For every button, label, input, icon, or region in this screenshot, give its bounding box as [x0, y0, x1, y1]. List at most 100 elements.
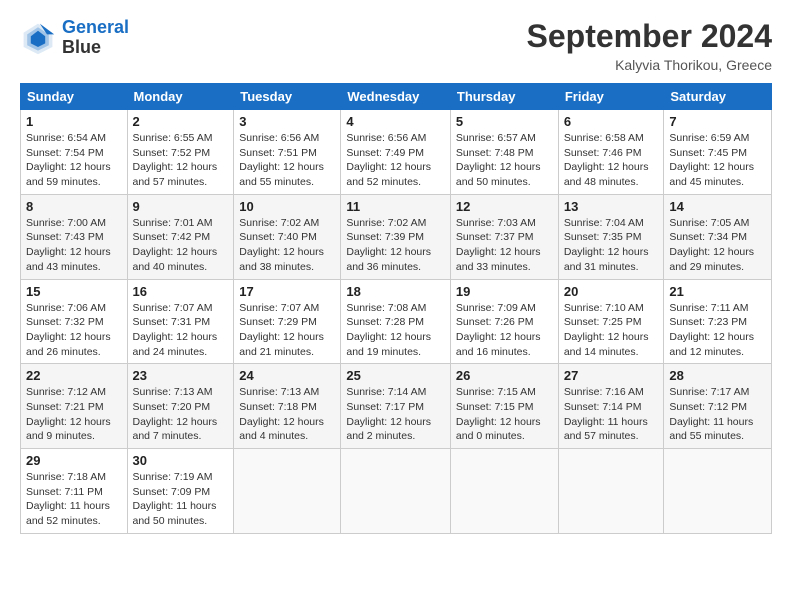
day-info: Sunrise: 7:01 AM Sunset: 7:42 PM Dayligh…	[133, 216, 229, 275]
day-number: 1	[26, 114, 122, 129]
day-info: Sunrise: 7:04 AM Sunset: 7:35 PM Dayligh…	[564, 216, 659, 275]
day-info: Sunrise: 7:15 AM Sunset: 7:15 PM Dayligh…	[456, 385, 553, 444]
day-info: Sunrise: 7:18 AM Sunset: 7:11 PM Dayligh…	[26, 470, 122, 529]
day-number: 30	[133, 453, 229, 468]
day-cell: 16Sunrise: 7:07 AM Sunset: 7:31 PM Dayli…	[127, 279, 234, 364]
day-cell: 3 Sunrise: 6:56 AM Sunset: 7:51 PM Daylig…	[234, 110, 341, 195]
day-cell: 20 Sunrise: 7:10 AM Sunset: 7:25 PM Dayli…	[558, 279, 664, 364]
day-info: Sunrise: 6:56 AM Sunset: 7:49 PM Dayligh…	[346, 131, 445, 190]
day-cell: 19 Sunrise: 7:09 AM Sunset: 7:26 PM Dayli…	[450, 279, 558, 364]
weekday-header-sunday: Sunday	[21, 84, 128, 110]
week-row-2: 8 Sunrise: 7:00 AM Sunset: 7:43 PM Daylig…	[21, 194, 772, 279]
day-number: 27	[564, 368, 659, 383]
day-cell: 26 Sunrise: 7:15 AM Sunset: 7:15 PM Dayli…	[450, 364, 558, 449]
day-number: 5	[456, 114, 553, 129]
logo-text: GeneralBlue	[62, 18, 129, 58]
day-info: Sunrise: 7:19 AM Sunset: 7:09 PM Dayligh…	[133, 470, 229, 529]
weekday-header-friday: Friday	[558, 84, 664, 110]
header: GeneralBlue September 2024 Kalyvia Thori…	[20, 18, 772, 73]
day-cell: 12 Sunrise: 7:03 AM Sunset: 7:37 PM Dayli…	[450, 194, 558, 279]
day-number: 7	[669, 114, 766, 129]
day-info: Sunrise: 7:10 AM Sunset: 7:25 PM Dayligh…	[564, 301, 659, 360]
day-info: Sunrise: 7:13 AM Sunset: 7:20 PM Dayligh…	[133, 385, 229, 444]
day-info: Sunrise: 7:16 AM Sunset: 7:14 PM Dayligh…	[564, 385, 659, 444]
weekday-header-wednesday: Wednesday	[341, 84, 451, 110]
day-number: 8	[26, 199, 122, 214]
day-info: Sunrise: 7:05 AM Sunset: 7:34 PM Dayligh…	[669, 216, 766, 275]
day-info: Sunrise: 6:59 AM Sunset: 7:45 PM Dayligh…	[669, 131, 766, 190]
day-info: Sunrise: 7:08 AM Sunset: 7:28 PM Dayligh…	[346, 301, 445, 360]
day-number: 17	[239, 284, 335, 299]
day-cell: 15 Sunrise: 7:06 AM Sunset: 7:32 PM Dayli…	[21, 279, 128, 364]
weekday-header-saturday: Saturday	[664, 84, 772, 110]
week-row-3: 15 Sunrise: 7:06 AM Sunset: 7:32 PM Dayli…	[21, 279, 772, 364]
day-number: 20	[564, 284, 659, 299]
day-number: 28	[669, 368, 766, 383]
day-cell: 2Sunrise: 6:55 AM Sunset: 7:52 PM Daylig…	[127, 110, 234, 195]
day-number: 22	[26, 368, 122, 383]
day-cell: 7 Sunrise: 6:59 AM Sunset: 7:45 PM Daylig…	[664, 110, 772, 195]
day-info: Sunrise: 6:56 AM Sunset: 7:51 PM Dayligh…	[239, 131, 335, 190]
page: GeneralBlue September 2024 Kalyvia Thori…	[0, 0, 792, 612]
day-cell: 23 Sunrise: 7:13 AM Sunset: 7:20 PM Dayli…	[127, 364, 234, 449]
day-info: Sunrise: 6:55 AM Sunset: 7:52 PM Dayligh…	[133, 131, 229, 190]
day-number: 12	[456, 199, 553, 214]
day-number: 18	[346, 284, 445, 299]
day-cell: 21Sunrise: 7:11 AM Sunset: 7:23 PM Dayli…	[664, 279, 772, 364]
day-number: 3	[239, 114, 335, 129]
day-number: 19	[456, 284, 553, 299]
day-number: 9	[133, 199, 229, 214]
logo-icon	[20, 20, 56, 56]
day-info: Sunrise: 6:54 AM Sunset: 7:54 PM Dayligh…	[26, 131, 122, 190]
day-info: Sunrise: 7:02 AM Sunset: 7:39 PM Dayligh…	[346, 216, 445, 275]
day-number: 6	[564, 114, 659, 129]
day-cell: 13 Sunrise: 7:04 AM Sunset: 7:35 PM Dayli…	[558, 194, 664, 279]
day-number: 16	[133, 284, 229, 299]
day-number: 15	[26, 284, 122, 299]
weekday-header-tuesday: Tuesday	[234, 84, 341, 110]
day-cell: 10 Sunrise: 7:02 AM Sunset: 7:40 PM Dayli…	[234, 194, 341, 279]
day-info: Sunrise: 7:03 AM Sunset: 7:37 PM Dayligh…	[456, 216, 553, 275]
day-number: 13	[564, 199, 659, 214]
logo: GeneralBlue	[20, 18, 129, 58]
day-cell: 27 Sunrise: 7:16 AM Sunset: 7:14 PM Dayli…	[558, 364, 664, 449]
weekday-header-monday: Monday	[127, 84, 234, 110]
day-number: 23	[133, 368, 229, 383]
day-number: 4	[346, 114, 445, 129]
title-block: September 2024 Kalyvia Thorikou, Greece	[527, 18, 772, 73]
day-number: 29	[26, 453, 122, 468]
day-cell: 11 Sunrise: 7:02 AM Sunset: 7:39 PM Dayli…	[341, 194, 451, 279]
day-number: 14	[669, 199, 766, 214]
month-title: September 2024	[527, 18, 772, 55]
day-cell	[664, 449, 772, 534]
day-cell: 25 Sunrise: 7:14 AM Sunset: 7:17 PM Dayli…	[341, 364, 451, 449]
day-info: Sunrise: 6:58 AM Sunset: 7:46 PM Dayligh…	[564, 131, 659, 190]
week-row-1: 1 Sunrise: 6:54 AM Sunset: 7:54 PM Daylig…	[21, 110, 772, 195]
day-number: 11	[346, 199, 445, 214]
day-cell: 24 Sunrise: 7:13 AM Sunset: 7:18 PM Dayli…	[234, 364, 341, 449]
day-number: 25	[346, 368, 445, 383]
day-cell: 29 Sunrise: 7:18 AM Sunset: 7:11 PM Dayli…	[21, 449, 128, 534]
day-cell: 8 Sunrise: 7:00 AM Sunset: 7:43 PM Daylig…	[21, 194, 128, 279]
week-row-5: 29 Sunrise: 7:18 AM Sunset: 7:11 PM Dayli…	[21, 449, 772, 534]
day-cell: 30 Sunrise: 7:19 AM Sunset: 7:09 PM Dayli…	[127, 449, 234, 534]
weekday-header-row: SundayMondayTuesdayWednesdayThursdayFrid…	[21, 84, 772, 110]
day-info: Sunrise: 7:14 AM Sunset: 7:17 PM Dayligh…	[346, 385, 445, 444]
day-cell: 17Sunrise: 7:07 AM Sunset: 7:29 PM Dayli…	[234, 279, 341, 364]
day-number: 26	[456, 368, 553, 383]
day-info: Sunrise: 7:02 AM Sunset: 7:40 PM Dayligh…	[239, 216, 335, 275]
weekday-header-thursday: Thursday	[450, 84, 558, 110]
calendar-table: SundayMondayTuesdayWednesdayThursdayFrid…	[20, 83, 772, 534]
day-info: Sunrise: 7:09 AM Sunset: 7:26 PM Dayligh…	[456, 301, 553, 360]
day-number: 10	[239, 199, 335, 214]
day-cell: 9 Sunrise: 7:01 AM Sunset: 7:42 PM Daylig…	[127, 194, 234, 279]
day-number: 24	[239, 368, 335, 383]
day-cell: 6 Sunrise: 6:58 AM Sunset: 7:46 PM Daylig…	[558, 110, 664, 195]
day-info: Sunrise: 7:13 AM Sunset: 7:18 PM Dayligh…	[239, 385, 335, 444]
day-cell	[341, 449, 451, 534]
day-info: Sunrise: 7:06 AM Sunset: 7:32 PM Dayligh…	[26, 301, 122, 360]
day-info: Sunrise: 6:57 AM Sunset: 7:48 PM Dayligh…	[456, 131, 553, 190]
day-info: Sunrise: 7:00 AM Sunset: 7:43 PM Dayligh…	[26, 216, 122, 275]
day-cell	[558, 449, 664, 534]
day-cell: 4 Sunrise: 6:56 AM Sunset: 7:49 PM Daylig…	[341, 110, 451, 195]
